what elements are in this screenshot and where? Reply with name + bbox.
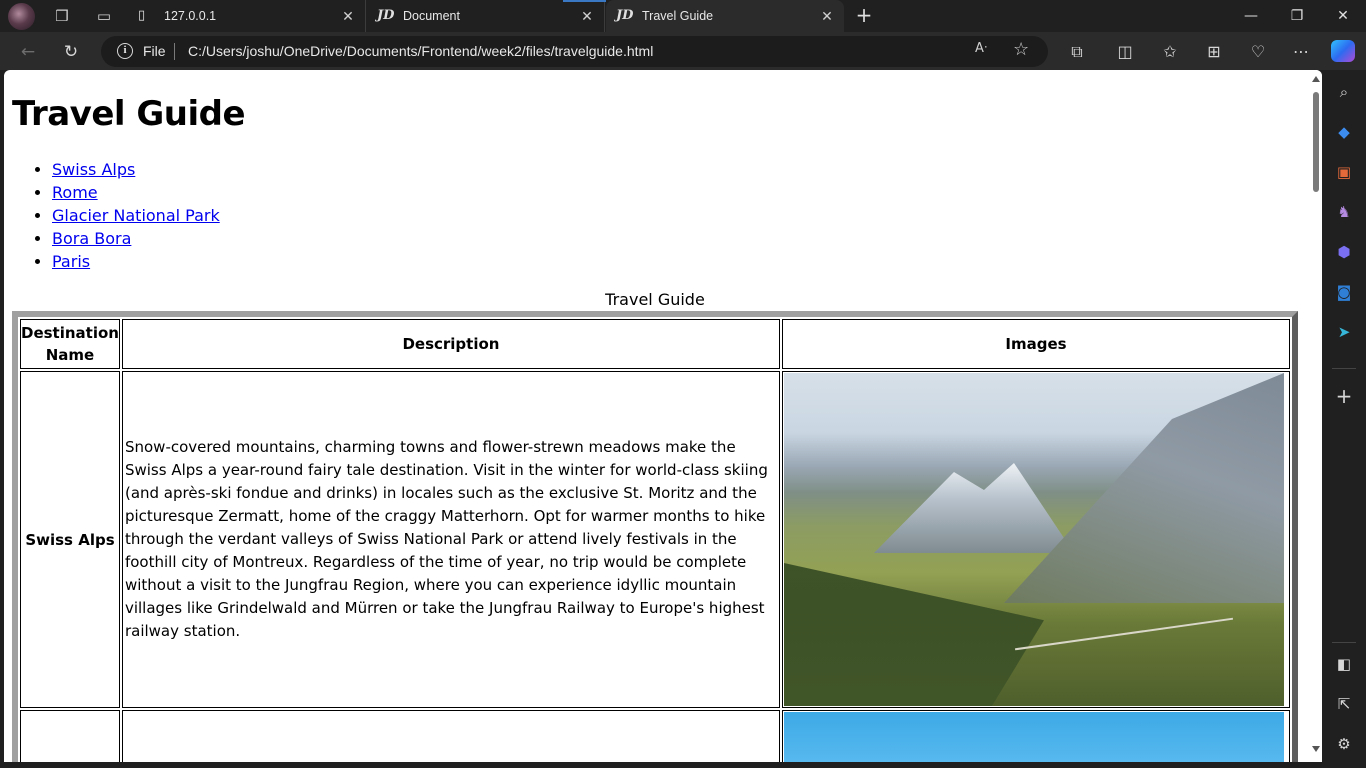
games-icon[interactable]: ♞ bbox=[1334, 202, 1354, 222]
table-caption: Travel Guide bbox=[605, 290, 705, 309]
header-description: Description bbox=[121, 319, 780, 369]
description-cell bbox=[121, 710, 780, 762]
workspaces-icon[interactable]: ❒ bbox=[50, 4, 74, 28]
tab-travel-guide[interactable]: JD Travel Guide ✕ bbox=[563, 0, 844, 32]
edge-sidebar: ⌕ ◆ ▣ ♞ ⬢ ◙ ➤ + ◧ ⇱ ⚙ bbox=[1322, 70, 1366, 768]
performance-icon[interactable]: ♡ bbox=[1246, 40, 1270, 64]
read-aloud-icon[interactable]: Aᐧ bbox=[975, 41, 987, 56]
nav-item: Paris bbox=[52, 250, 220, 273]
header-images: Images bbox=[781, 319, 1290, 369]
valley-road bbox=[1014, 617, 1234, 651]
page-title: Travel Guide bbox=[12, 94, 246, 134]
rock-face bbox=[1003, 373, 1284, 603]
jd-icon: JD bbox=[377, 8, 395, 23]
tab-127-0-0-1[interactable]: ▯ 127.0.0.1 ✕ bbox=[128, 0, 366, 32]
sidebar-divider bbox=[1332, 368, 1356, 369]
hide-sidebar-icon[interactable]: ◧ bbox=[1334, 654, 1354, 674]
destination-name-cell bbox=[20, 710, 120, 762]
forest-slope bbox=[783, 563, 1044, 706]
copilot-icon[interactable] bbox=[1331, 40, 1355, 62]
scroll-up-arrow-icon[interactable] bbox=[1312, 76, 1320, 82]
url-text[interactable]: C:/Users/joshu/OneDrive/Documents/Fronte… bbox=[188, 43, 653, 59]
link-swiss-alps[interactable]: Swiss Alps bbox=[52, 160, 135, 179]
favorite-star-icon[interactable]: ☆ bbox=[1013, 39, 1029, 60]
close-tab-icon[interactable]: ✕ bbox=[818, 7, 836, 25]
extensions-icon[interactable]: ⧉ bbox=[1065, 40, 1089, 64]
favorites-icon[interactable]: ✩ bbox=[1158, 40, 1182, 64]
link-bora-bora[interactable]: Bora Bora bbox=[52, 229, 131, 248]
link-glacier-national-park[interactable]: Glacier National Park bbox=[52, 206, 220, 225]
split-screen-icon[interactable]: ◫ bbox=[1113, 40, 1137, 64]
sidebar-divider bbox=[1332, 642, 1356, 643]
scheme-label: File bbox=[143, 43, 166, 59]
tab-strip: ❒ ▭ ▯ 127.0.0.1 ✕ JD Document ✕ JD Trave… bbox=[0, 0, 1366, 32]
table-row bbox=[20, 710, 1290, 762]
restore-button[interactable]: ❐ bbox=[1274, 0, 1320, 32]
tab-document[interactable]: JD Document ✕ bbox=[367, 0, 605, 32]
description-cell: Snow-covered mountains, charming towns a… bbox=[121, 371, 780, 708]
jd-icon: JD bbox=[616, 8, 634, 23]
link-rome[interactable]: Rome bbox=[52, 183, 98, 202]
nav-item: Glacier National Park bbox=[52, 204, 220, 227]
swiss-alps-photo bbox=[783, 373, 1284, 706]
tab-actions-icon[interactable]: ▭ bbox=[92, 4, 116, 28]
travel-guide-table: Destination Name Description Images Swis… bbox=[12, 311, 1298, 762]
image-cell bbox=[781, 371, 1290, 708]
nav-item: Rome bbox=[52, 181, 220, 204]
new-tab-button[interactable]: + bbox=[852, 4, 876, 28]
close-window-button[interactable]: ✕ bbox=[1320, 0, 1366, 32]
nav-item: Bora Bora bbox=[52, 227, 220, 250]
vertical-scrollbar[interactable] bbox=[1310, 70, 1322, 762]
snowy-peak bbox=[873, 463, 1074, 553]
page-icon: ▯ bbox=[138, 8, 146, 23]
send-icon[interactable]: ➤ bbox=[1334, 322, 1354, 342]
scroll-thumb[interactable] bbox=[1313, 92, 1319, 192]
settings-gear-icon[interactable]: ⚙ bbox=[1334, 734, 1354, 754]
destination-nav-list: Swiss Alps Rome Glacier National Park Bo… bbox=[52, 158, 220, 273]
outlook-icon[interactable]: ◙ bbox=[1334, 282, 1354, 302]
back-arrow-icon[interactable]: ← bbox=[15, 39, 41, 65]
close-tab-icon[interactable]: ✕ bbox=[339, 7, 357, 25]
scroll-down-arrow-icon[interactable] bbox=[1312, 746, 1320, 752]
add-icon[interactable]: + bbox=[1334, 386, 1354, 406]
profile-avatar[interactable] bbox=[8, 3, 35, 30]
search-icon[interactable]: ⌕ bbox=[1334, 82, 1354, 102]
minimize-button[interactable]: — bbox=[1228, 0, 1274, 32]
copilot-sidebar-icon[interactable]: ⬢ bbox=[1334, 242, 1354, 262]
header-destination-name: Destination Name bbox=[20, 319, 120, 369]
link-paris[interactable]: Paris bbox=[52, 252, 90, 271]
close-tab-icon[interactable]: ✕ bbox=[578, 7, 596, 25]
tools-icon[interactable]: ▣ bbox=[1334, 162, 1354, 182]
page-viewport: Travel Guide Swiss Alps Rome Glacier Nat… bbox=[4, 70, 1322, 762]
more-menu-icon[interactable]: ⋯ bbox=[1289, 40, 1313, 64]
refresh-icon[interactable]: ↻ bbox=[58, 39, 84, 65]
nav-item: Swiss Alps bbox=[52, 158, 220, 181]
destination-photo bbox=[783, 712, 1284, 762]
table-header-row: Destination Name Description Images bbox=[20, 319, 1290, 369]
collections-icon[interactable]: ⊞ bbox=[1202, 40, 1226, 64]
info-icon[interactable]: i bbox=[117, 43, 133, 59]
image-cell bbox=[781, 710, 1290, 762]
open-external-icon[interactable]: ⇱ bbox=[1334, 694, 1354, 714]
shopping-tag-icon[interactable]: ◆ bbox=[1334, 122, 1354, 142]
table-row: Swiss Alps Snow-covered mountains, charm… bbox=[20, 371, 1290, 708]
browser-toolbar: ← ↻ i File C:/Users/joshu/OneDrive/Docum… bbox=[0, 32, 1366, 70]
address-bar[interactable]: i File C:/Users/joshu/OneDrive/Documents… bbox=[101, 36, 1048, 67]
destination-name-cell: Swiss Alps bbox=[20, 371, 120, 708]
divider bbox=[174, 43, 175, 60]
